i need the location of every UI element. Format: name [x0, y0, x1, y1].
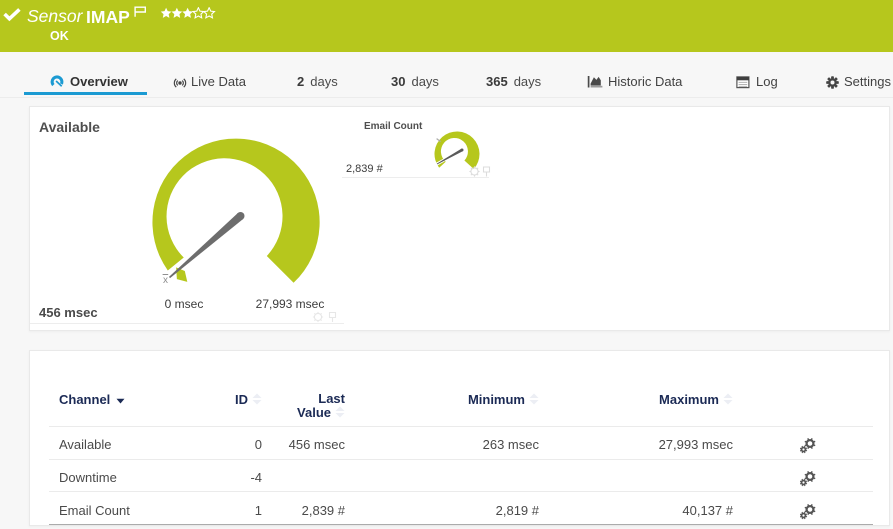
svg-text:x: x — [163, 275, 168, 286]
